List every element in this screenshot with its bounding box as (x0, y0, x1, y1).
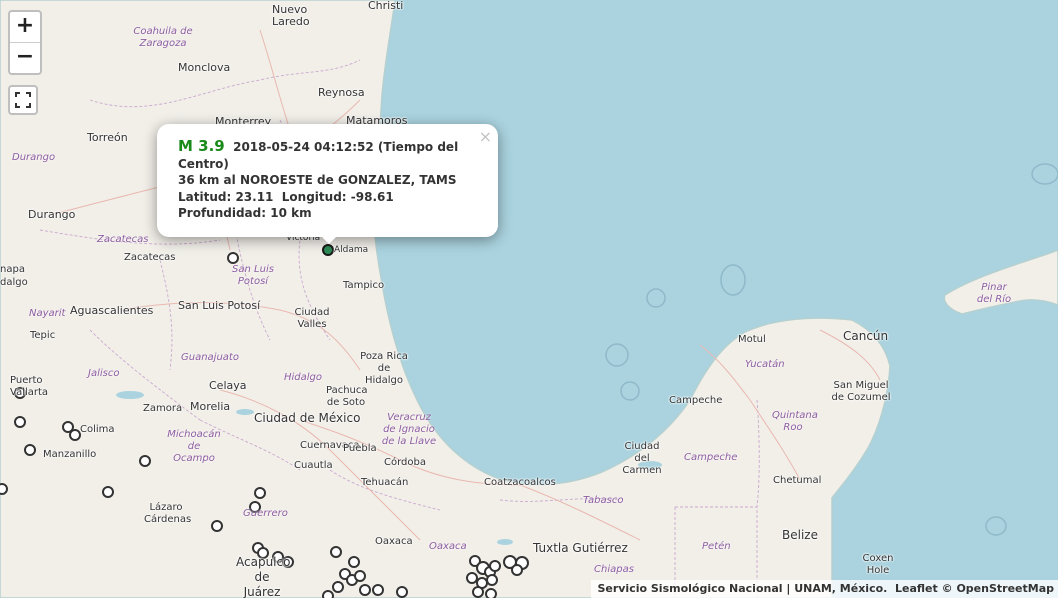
longitude-label: Longitud: (281, 189, 347, 204)
longitude-value: -98.61 (350, 189, 394, 204)
popup-content: M 3.9 2018-05-24 04:12:52 (Tiempo del Ce… (178, 138, 478, 222)
quake-marker[interactable] (254, 487, 266, 499)
location-place: GONZALEZ, TAMS (337, 173, 457, 187)
quake-marker[interactable] (466, 572, 478, 584)
latitude-label: Latitud: (178, 189, 232, 204)
quake-marker[interactable] (24, 444, 36, 456)
quake-marker[interactable] (69, 429, 81, 441)
quake-marker[interactable] (489, 560, 501, 572)
depth-label: Profundidad: (178, 206, 267, 220)
selected-quake-marker[interactable] (322, 244, 334, 256)
location-direction: NOROESTE (239, 173, 313, 187)
depth-value: 10 km (270, 206, 312, 220)
quake-marker[interactable] (354, 570, 366, 582)
popup-close-button[interactable]: × (479, 127, 492, 146)
leaflet-link[interactable]: Leaflet (895, 582, 938, 595)
quake-marker[interactable] (330, 546, 342, 558)
fullscreen-icon (15, 92, 31, 108)
latitude-value: 23.11 (235, 189, 274, 204)
quake-marker[interactable] (282, 556, 294, 568)
quake-marker[interactable] (486, 574, 498, 586)
fullscreen-button[interactable] (8, 85, 38, 115)
popup-tip (321, 236, 337, 244)
map-canvas[interactable]: Christi Nuevo Laredo Monclova Reynosa Mo… (0, 0, 1058, 598)
osm-link[interactable]: © OpenStreetMap (942, 582, 1054, 595)
quake-marker[interactable] (359, 584, 371, 596)
quake-marker[interactable] (102, 486, 114, 498)
quake-marker[interactable] (249, 501, 261, 513)
zoom-in-button[interactable]: + (10, 12, 40, 43)
quake-marker[interactable] (139, 455, 151, 467)
quake-marker[interactable] (0, 483, 8, 495)
location-prefix: 36 km al (178, 173, 236, 187)
magnitude-value: M 3.9 (178, 137, 225, 155)
quake-marker[interactable] (485, 588, 497, 598)
quake-marker[interactable] (272, 551, 284, 563)
quake-marker[interactable] (227, 252, 239, 264)
earthquake-markers (0, 244, 529, 598)
quake-marker[interactable] (14, 416, 26, 428)
quake-marker[interactable] (372, 584, 384, 596)
zoom-control: + − (8, 10, 42, 75)
zoom-out-button[interactable]: − (10, 43, 40, 73)
quake-marker[interactable] (322, 590, 334, 598)
quake-marker[interactable] (348, 556, 360, 568)
attribution-source: Servicio Sismológico Nacional | UNAM, Mé… (597, 582, 888, 595)
quake-marker[interactable] (472, 586, 484, 598)
quake-marker[interactable] (211, 520, 223, 532)
earthquake-popup: × M 3.9 2018-05-24 04:12:52 (Tiempo del … (157, 124, 498, 237)
quake-marker[interactable] (511, 564, 523, 576)
quake-marker[interactable] (332, 581, 344, 593)
quake-marker[interactable] (14, 387, 26, 399)
location-mid: de (317, 173, 334, 187)
quake-marker[interactable] (257, 547, 269, 559)
quake-marker[interactable] (396, 586, 408, 598)
map-attribution: Servicio Sismológico Nacional | UNAM, Mé… (591, 580, 1058, 598)
